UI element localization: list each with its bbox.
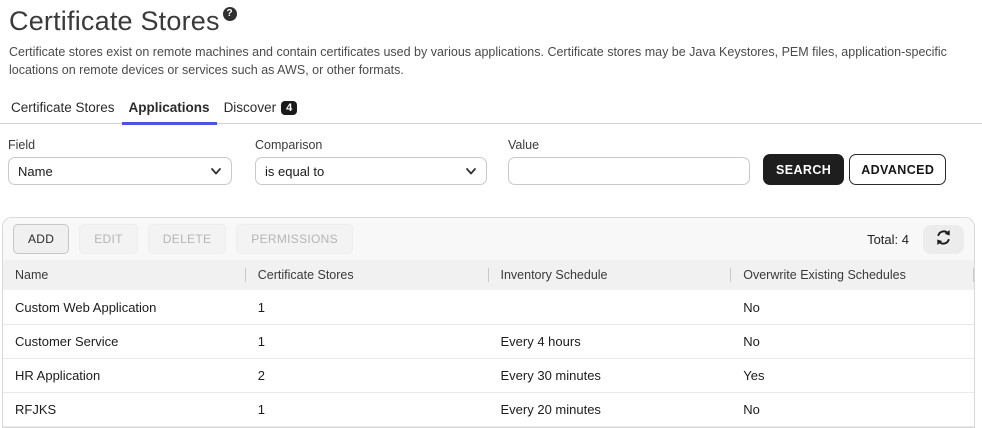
total-count: Total: 4 [867, 232, 909, 247]
table-row[interactable]: Customer Service1Every 4 hoursNo [3, 324, 974, 358]
table-cell: Every 20 minutes [489, 392, 732, 426]
value-label: Value [508, 138, 750, 152]
column-header-inventory-schedule[interactable]: Inventory Schedule [489, 260, 732, 290]
applications-grid-panel: ADD EDIT DELETE PERMISSIONS Total: 4 NameCe… [2, 217, 975, 428]
edit-button: EDIT [79, 224, 138, 254]
table-cell: HR Application [3, 358, 246, 392]
table-cell: No [731, 324, 974, 358]
tab-certificate-stores[interactable]: Certificate Stores [4, 96, 122, 125]
column-header-overwrite-existing-schedules[interactable]: Overwrite Existing Schedules [731, 260, 974, 290]
comparison-select[interactable]: is equal to [255, 157, 487, 185]
table-cell: No [731, 290, 974, 324]
delete-button: DELETE [148, 224, 226, 254]
table-row[interactable]: RFJKS1Every 20 minutesNo [3, 392, 974, 426]
table-cell: 1 [246, 392, 489, 426]
table-row[interactable]: HR Application2Every 30 minutesYes [3, 358, 974, 392]
page-description: Certificate stores exist on remote machi… [9, 43, 971, 79]
applications-table: NameCertificate StoresInventory Schedule… [3, 260, 974, 427]
table-cell: 1 [246, 290, 489, 324]
help-icon[interactable]: ? [223, 7, 237, 21]
field-select-value: Name [18, 164, 53, 179]
grid-toolbar: ADD EDIT DELETE PERMISSIONS Total: 4 [3, 218, 974, 260]
table-cell: Every 4 hours [489, 324, 732, 358]
search-button[interactable]: SEARCH [763, 154, 844, 185]
page-header: Certificate Stores? Certificate stores e… [0, 0, 982, 79]
column-header-certificate-stores[interactable]: Certificate Stores [246, 260, 489, 290]
table-cell: 1 [246, 324, 489, 358]
value-input[interactable] [508, 157, 750, 185]
table-header-row: NameCertificate StoresInventory Schedule… [3, 260, 974, 290]
page-title-text: Certificate Stores [9, 6, 220, 36]
search-filter-bar: Field Name Comparison is equal to Value … [0, 124, 982, 185]
field-label: Field [8, 138, 232, 152]
permissions-button: PERMISSIONS [236, 224, 353, 254]
table-cell: No [731, 392, 974, 426]
column-header-name[interactable]: Name [3, 260, 246, 290]
table-cell: Customer Service [3, 324, 246, 358]
table-cell: 2 [246, 358, 489, 392]
refresh-icon [934, 228, 953, 250]
tab-discover[interactable]: Discover4 [217, 96, 305, 125]
chevron-down-icon [465, 165, 477, 177]
field-select[interactable]: Name [8, 157, 232, 185]
tab-applications[interactable]: Applications [122, 96, 217, 125]
tab-bar: Certificate StoresApplicationsDiscover4 [0, 96, 982, 124]
advanced-button[interactable]: ADVANCED [849, 154, 946, 185]
tab-count-badge: 4 [281, 101, 297, 115]
chevron-down-icon [210, 165, 222, 177]
add-button[interactable]: ADD [13, 224, 69, 254]
table-cell: RFJKS [3, 392, 246, 426]
table-cell: Custom Web Application [3, 290, 246, 324]
table-cell: Yes [731, 358, 974, 392]
comparison-select-value: is equal to [265, 164, 324, 179]
table-row[interactable]: Custom Web Application1 No [3, 290, 974, 324]
page-title: Certificate Stores? [9, 6, 972, 37]
refresh-button[interactable] [923, 225, 964, 254]
table-cell [489, 290, 732, 324]
comparison-label: Comparison [255, 138, 487, 152]
table-cell: Every 30 minutes [489, 358, 732, 392]
